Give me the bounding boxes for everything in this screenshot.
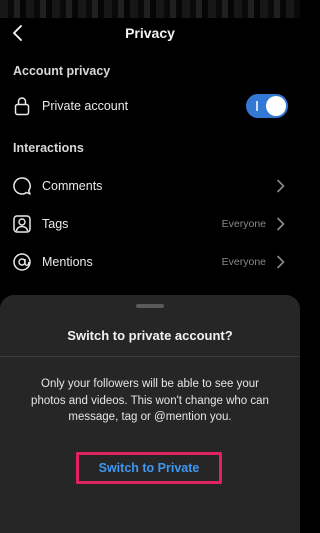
- interaction-label: Tags: [42, 217, 69, 231]
- comment-icon: [12, 176, 32, 196]
- interaction-value: Everyone: [221, 218, 266, 230]
- private-account-toggle[interactable]: [246, 94, 288, 118]
- switch-to-private-button[interactable]: Switch to Private: [76, 452, 222, 484]
- interaction-value: Everyone: [221, 256, 266, 268]
- interaction-row-mentions[interactable]: Mentions Everyone: [0, 244, 300, 280]
- interaction-label: Comments: [42, 179, 103, 193]
- section-interactions: Interactions: [13, 141, 84, 155]
- at-sign-icon: [12, 252, 32, 272]
- chevron-right-icon: [277, 217, 285, 231]
- interaction-label: Mentions: [42, 255, 93, 269]
- page-title: Privacy: [125, 25, 175, 41]
- sheet-divider: [0, 356, 300, 357]
- interaction-row-tags[interactable]: Tags Everyone: [0, 206, 300, 242]
- nav-bar: Privacy: [0, 18, 300, 50]
- chevron-right-icon: [277, 255, 285, 269]
- private-account-label: Private account: [42, 99, 129, 113]
- private-account-row[interactable]: Private account: [0, 88, 300, 124]
- section-account-privacy: Account privacy: [13, 64, 111, 78]
- sheet-grabber[interactable]: [136, 304, 164, 308]
- tag-person-icon: [12, 214, 32, 234]
- toggle-on-mark: [256, 101, 258, 111]
- toggle-knob: [266, 96, 286, 116]
- interaction-row-comments[interactable]: Comments: [0, 168, 300, 204]
- sheet-body: Only your followers will be able to see …: [31, 378, 269, 423]
- privacy-screen: Privacy Account privacy Private account …: [0, 0, 300, 533]
- lock-icon: [12, 96, 32, 116]
- chevron-right-icon: [277, 179, 285, 193]
- status-bar: [0, 0, 300, 18]
- sheet-title: Switch to private account?: [67, 328, 233, 343]
- confirm-sheet: Switch to private account? Only your fol…: [0, 295, 300, 533]
